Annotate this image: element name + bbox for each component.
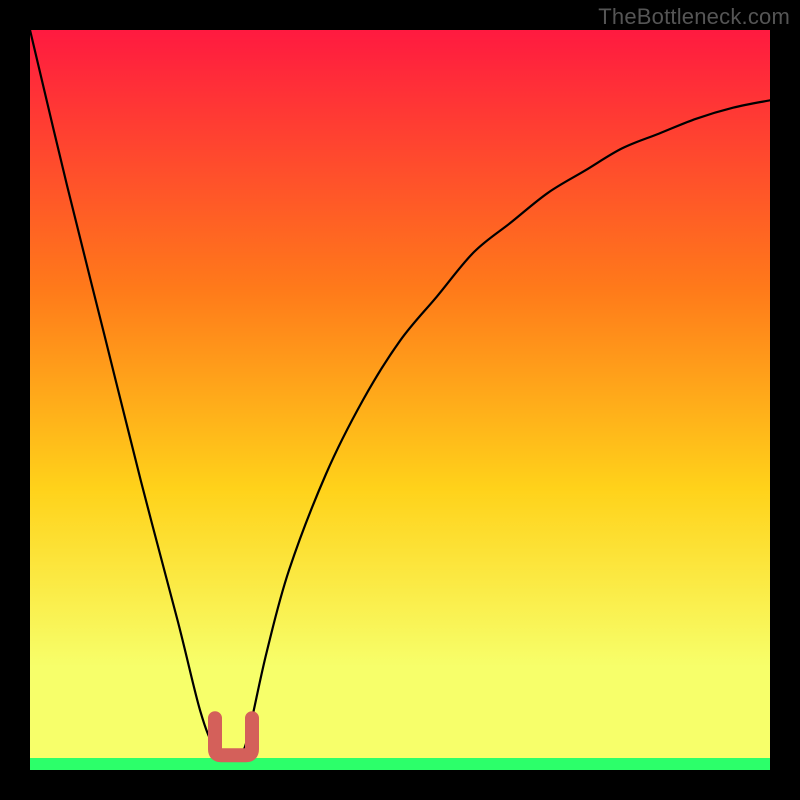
chart-frame: TheBottleneck.com	[0, 0, 800, 800]
optimal-zone-strip	[30, 758, 770, 770]
plot-area	[30, 30, 770, 770]
watermark-text: TheBottleneck.com	[598, 4, 790, 30]
bottleneck-chart	[30, 30, 770, 770]
gradient-background	[30, 30, 770, 770]
